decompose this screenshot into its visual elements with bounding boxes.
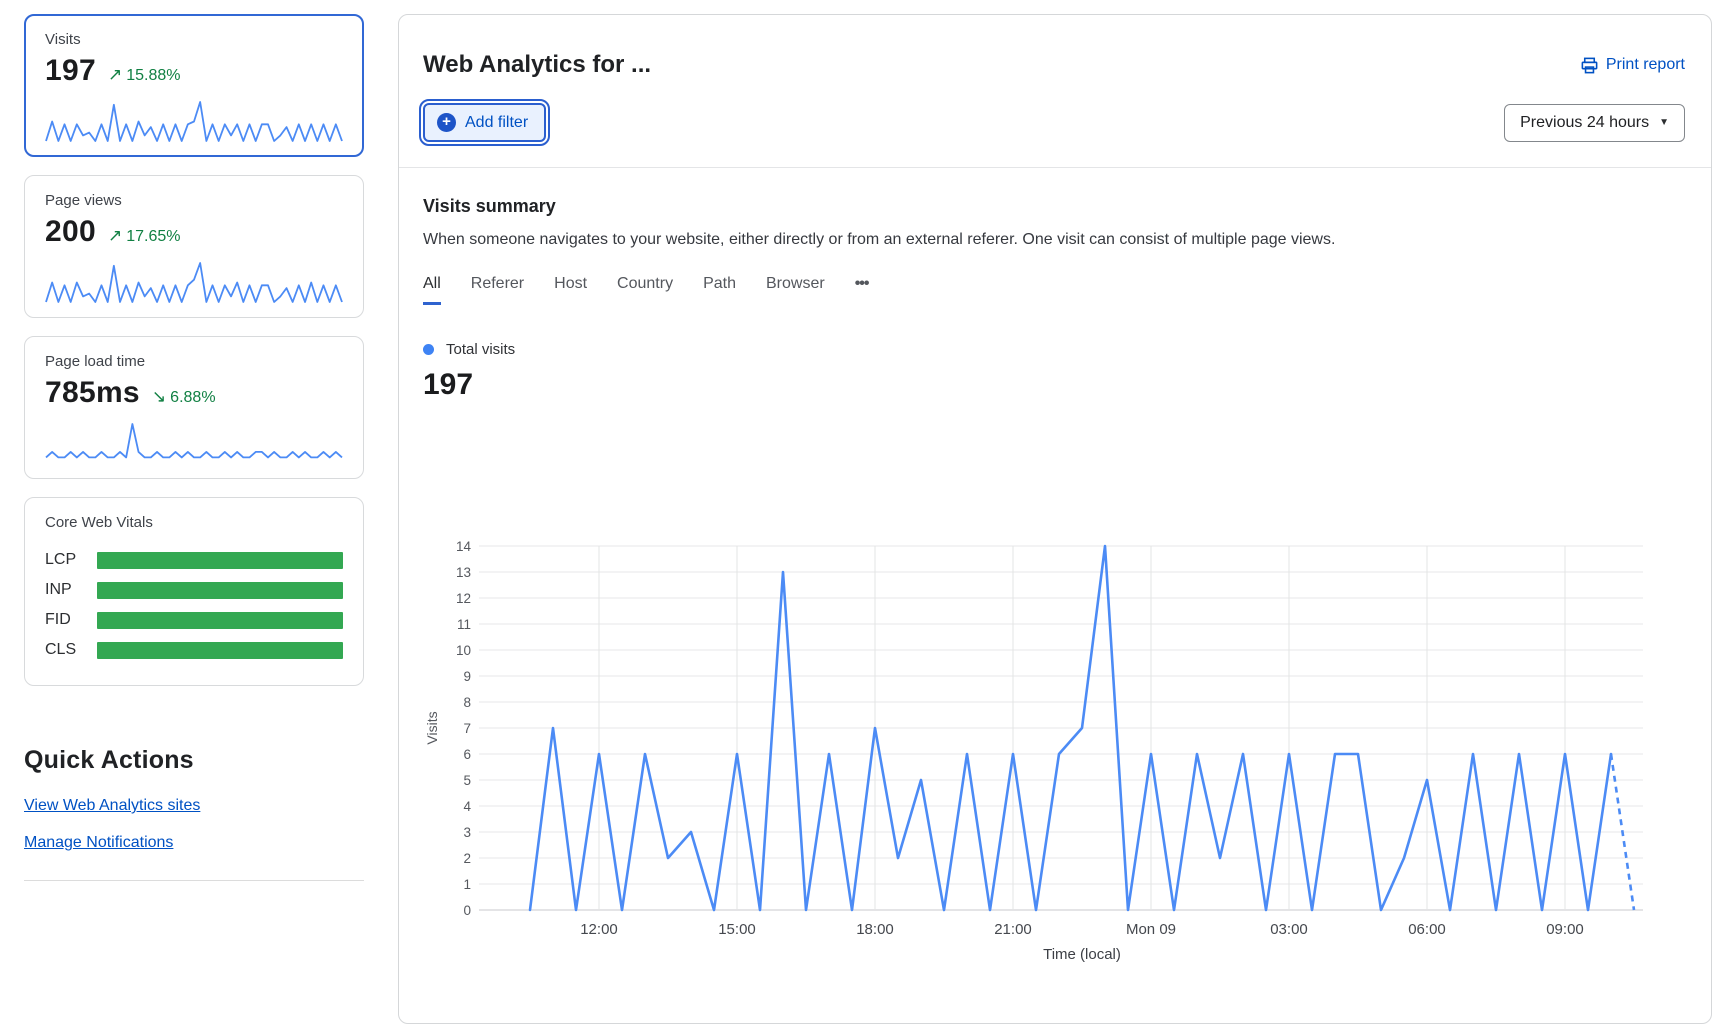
svg-text:1: 1 (463, 877, 471, 892)
metric-value: 785ms (45, 376, 140, 410)
svg-text:21:00: 21:00 (994, 921, 1032, 938)
manage-notifications-link[interactable]: Manage Notifications (24, 834, 173, 852)
page-title: Web Analytics for ... (423, 51, 651, 79)
tab-path[interactable]: Path (703, 275, 736, 305)
add-filter-button[interactable]: + Add filter (423, 103, 546, 142)
tab-more-ellipsis-icon[interactable]: ••• (855, 275, 869, 305)
tab-country[interactable]: Country (617, 275, 673, 305)
trend-up: ↗15.88% (108, 65, 181, 85)
svg-text:03:00: 03:00 (1270, 921, 1308, 938)
metric-label: Page views (45, 192, 343, 209)
metric-value: 197 (45, 54, 96, 88)
svg-text:12: 12 (456, 591, 471, 606)
svg-text:5: 5 (463, 773, 471, 788)
cwv-metric-name: LCP (45, 551, 97, 569)
tab-host[interactable]: Host (554, 275, 587, 305)
svg-text:11: 11 (457, 617, 471, 632)
web-analytics-panel: Web Analytics for ... Print report + Add… (398, 14, 1712, 1024)
metric-card-visits[interactable]: Visits 197 ↗15.88% (24, 14, 364, 157)
quick-actions-heading: Quick Actions (24, 746, 364, 775)
cwv-metric-name: FID (45, 611, 97, 629)
plus-icon: + (437, 113, 456, 132)
total-visits-value: 197 (423, 368, 1685, 402)
section-description: When someone navigates to your website, … (423, 231, 1685, 249)
trend-down-arrow-icon: ↘ (152, 387, 166, 406)
svg-text:09:00: 09:00 (1546, 921, 1584, 938)
cwv-bar-good (97, 552, 343, 569)
metric-card-page-load-time[interactable]: Page load time 785ms ↘6.88% (24, 336, 364, 479)
printer-icon (1580, 56, 1599, 75)
svg-text:0: 0 (463, 903, 471, 918)
svg-text:7: 7 (463, 721, 471, 736)
legend-dot-icon (423, 344, 434, 355)
svg-text:13: 13 (456, 565, 471, 580)
svg-text:9: 9 (463, 669, 471, 684)
trend-down: ↘6.88% (152, 387, 216, 407)
trend-up: ↗17.65% (108, 226, 181, 246)
metrics-sidebar: Visits 197 ↗15.88% Page views 200 ↗17.65… (24, 14, 364, 881)
tab-referer[interactable]: Referer (471, 275, 524, 305)
svg-text:Visits: Visits (424, 711, 440, 744)
metric-label: Visits (45, 31, 343, 48)
chevron-down-icon: ▼ (1659, 117, 1669, 128)
pageviews-sparkline (45, 259, 343, 305)
sidebar-divider (24, 880, 364, 881)
legend-label: Total visits (446, 341, 515, 358)
svg-text:6: 6 (463, 747, 471, 762)
cwv-row-inp: INP (45, 575, 343, 605)
view-web-analytics-sites-link[interactable]: View Web Analytics sites (24, 797, 200, 815)
svg-text:3: 3 (463, 825, 471, 840)
metric-card-page-views[interactable]: Page views 200 ↗17.65% (24, 175, 364, 318)
cwv-metric-name: INP (45, 581, 97, 599)
cwv-row-cls: CLS (45, 635, 343, 665)
metric-card-core-web-vitals[interactable]: Core Web Vitals LCP INP FID CLS (24, 497, 364, 686)
cwv-bar-good (97, 582, 343, 599)
visits-line-chart[interactable]: 0123456789101112131412:0015:0018:0021:00… (399, 511, 1713, 981)
cwv-bar-good (97, 612, 343, 629)
metric-label: Page load time (45, 353, 343, 370)
dimension-tabs: All Referer Host Country Path Browser ••… (423, 275, 1685, 305)
pageload-sparkline (45, 420, 343, 466)
cwv-row-fid: FID (45, 605, 343, 635)
metric-label: Core Web Vitals (45, 514, 343, 531)
tab-browser[interactable]: Browser (766, 275, 825, 305)
svg-text:2: 2 (463, 851, 471, 866)
svg-text:18:00: 18:00 (856, 921, 894, 938)
metric-value: 200 (45, 215, 96, 249)
svg-text:14: 14 (456, 539, 472, 554)
svg-text:Mon 09: Mon 09 (1126, 921, 1176, 938)
svg-text:Time (local): Time (local) (1043, 946, 1121, 963)
trend-up-arrow-icon: ↗ (108, 226, 122, 245)
svg-text:15:00: 15:00 (718, 921, 756, 938)
visits-sparkline (45, 98, 343, 144)
svg-text:12:00: 12:00 (580, 921, 618, 938)
cwv-metric-name: CLS (45, 641, 97, 659)
time-range-dropdown[interactable]: Previous 24 hours ▼ (1504, 104, 1685, 142)
tab-all[interactable]: All (423, 275, 441, 305)
cwv-bar-good (97, 642, 343, 659)
print-report-link[interactable]: Print report (1580, 56, 1685, 75)
cwv-row-lcp: LCP (45, 545, 343, 575)
svg-text:10: 10 (456, 643, 471, 658)
svg-text:8: 8 (463, 695, 471, 710)
section-title: Visits summary (423, 196, 1685, 217)
svg-text:06:00: 06:00 (1408, 921, 1446, 938)
svg-text:4: 4 (463, 799, 471, 814)
trend-up-arrow-icon: ↗ (108, 65, 122, 84)
